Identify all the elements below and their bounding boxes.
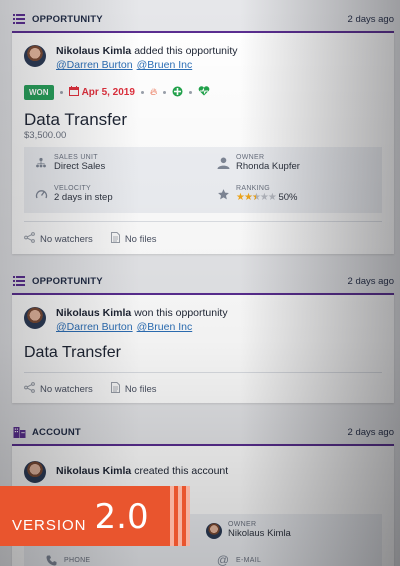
activity-time: 2 days ago [347, 275, 394, 287]
owner-field: OWNER Rhonda Kupfer [216, 154, 300, 172]
actor-name[interactable]: Nikolaus Kimla [56, 465, 131, 477]
activity-time: 2 days ago [347, 426, 394, 438]
opportunity-badges: WON Apr 5, 2019 🔥︎ [24, 85, 210, 100]
watchers-link[interactable]: No watchers [24, 382, 93, 396]
actor-name[interactable]: Nikolaus Kimla [56, 45, 131, 57]
activity-time: 2 days ago [347, 13, 394, 25]
email-field: @ E-MAIL [216, 553, 261, 566]
close-date: Apr 5, 2019 [68, 86, 135, 99]
actor-action: created this account [134, 465, 229, 477]
version-word: VERSION [12, 517, 87, 534]
at-icon: @ [216, 553, 230, 566]
separator-dot [140, 91, 144, 94]
field-label: OWNER [236, 154, 265, 161]
opportunity-title[interactable]: Data Transfer [24, 110, 127, 130]
activity-card: Nikolaus Kimla won this opportunity @Dar… [12, 293, 394, 403]
field-label: SALES UNIT [54, 154, 98, 161]
actor-action: added this opportunity [134, 45, 238, 57]
velocity-icon [34, 187, 48, 201]
rating-stars: ★★★★★★ [236, 192, 277, 203]
field-value: Direct Sales [54, 161, 106, 172]
watchers-text: No watchers [40, 233, 93, 245]
calendar-icon [68, 86, 79, 99]
building-icon [12, 426, 26, 438]
files-text: No files [124, 233, 157, 245]
sales-unit-field: SALES UNIT Direct Sales [34, 154, 105, 172]
file-icon [110, 232, 120, 246]
files-link[interactable]: No files [110, 382, 157, 396]
star-icon [216, 187, 230, 201]
banner-stripes [170, 486, 190, 546]
separator-dot [189, 91, 193, 94]
field-label: PHONE [64, 556, 91, 564]
activity-actor: Nikolaus Kimla created this account [24, 460, 228, 483]
field-value: 2 days in step [54, 192, 113, 203]
ranking-value: ★★★★★★ 50% [236, 192, 298, 203]
avatar[interactable] [206, 522, 222, 539]
owner-field: OWNER Nikolaus Kimla [206, 521, 291, 539]
actor-name[interactable]: Nikolaus Kimla [56, 307, 131, 319]
activity-card: Nikolaus Kimla added this opportunity @D… [12, 31, 394, 254]
divider [24, 372, 382, 373]
file-icon [110, 382, 120, 396]
watchers-text: No watchers [40, 383, 93, 395]
list-icon [12, 275, 26, 287]
version-number: 2.0 [94, 497, 149, 537]
avatar[interactable] [24, 461, 46, 483]
activity-actor: Nikolaus Kimla won this opportunity @Dar… [24, 306, 228, 334]
activity-type-label: ACCOUNT [32, 426, 81, 438]
phone-icon [44, 553, 58, 566]
activity-header: OPPORTUNITY 2 days ago [12, 8, 394, 30]
mention-link[interactable]: @Bruen Inc [137, 321, 193, 333]
activity-header: OPPORTUNITY 2 days ago [12, 270, 394, 292]
activity-feed: OPPORTUNITY 2 days ago Nikolaus Kimla ad… [0, 0, 400, 566]
activity-footer: No watchers No files [24, 232, 157, 246]
fire-icon: 🔥︎ [149, 87, 158, 98]
field-value[interactable]: Nikolaus Kimla [228, 528, 291, 539]
mention-link[interactable]: @Darren Burton [56, 59, 133, 71]
divider [24, 221, 382, 222]
actor-action: won this opportunity [134, 307, 228, 319]
activity-type-label: OPPORTUNITY [32, 275, 103, 287]
mention-link[interactable]: @Bruen Inc [137, 59, 193, 71]
version-banner: VERSION 2.0 [0, 486, 190, 546]
list-icon [12, 13, 26, 25]
files-text: No files [124, 383, 157, 395]
heartbeat-icon [198, 86, 210, 99]
share-icon [24, 382, 35, 396]
share-icon [24, 232, 35, 246]
ranking-field: RANKING ★★★★★★ 50% [216, 185, 298, 203]
field-value[interactable]: Rhonda Kupfer [236, 161, 300, 172]
status-badge: WON [24, 85, 54, 100]
close-date-text: Apr 5, 2019 [81, 87, 135, 98]
separator-dot [163, 91, 167, 94]
files-link[interactable]: No files [110, 232, 157, 246]
avatar[interactable] [24, 45, 46, 67]
activity-type-label: OPPORTUNITY [32, 13, 103, 25]
field-label: E-MAIL [236, 556, 262, 564]
separator-dot [59, 91, 63, 94]
ranking-percent: 50% [278, 192, 298, 203]
opportunity-title[interactable]: Data Transfer [24, 344, 121, 362]
move-icon [172, 86, 183, 100]
field-label: VELOCITY [54, 185, 92, 192]
avatar[interactable] [24, 307, 46, 329]
activity-header: ACCOUNT 2 days ago [12, 421, 394, 443]
opportunity-amount: $3,500.00 [24, 130, 67, 141]
phone-field: PHONE [44, 553, 90, 566]
velocity-field: VELOCITY 2 days in step [34, 185, 113, 203]
sales-unit-icon [34, 156, 48, 170]
opportunity-details: SALES UNIT Direct Sales OWNER Rhonda Kup… [24, 147, 382, 213]
mention-link[interactable]: @Darren Burton [56, 321, 133, 333]
field-label: RANKING [236, 185, 270, 192]
person-icon [216, 156, 230, 170]
watchers-link[interactable]: No watchers [24, 232, 93, 246]
activity-actor: Nikolaus Kimla added this opportunity @D… [24, 44, 238, 72]
activity-footer: No watchers No files [24, 382, 157, 396]
field-label: OWNER [228, 521, 257, 528]
